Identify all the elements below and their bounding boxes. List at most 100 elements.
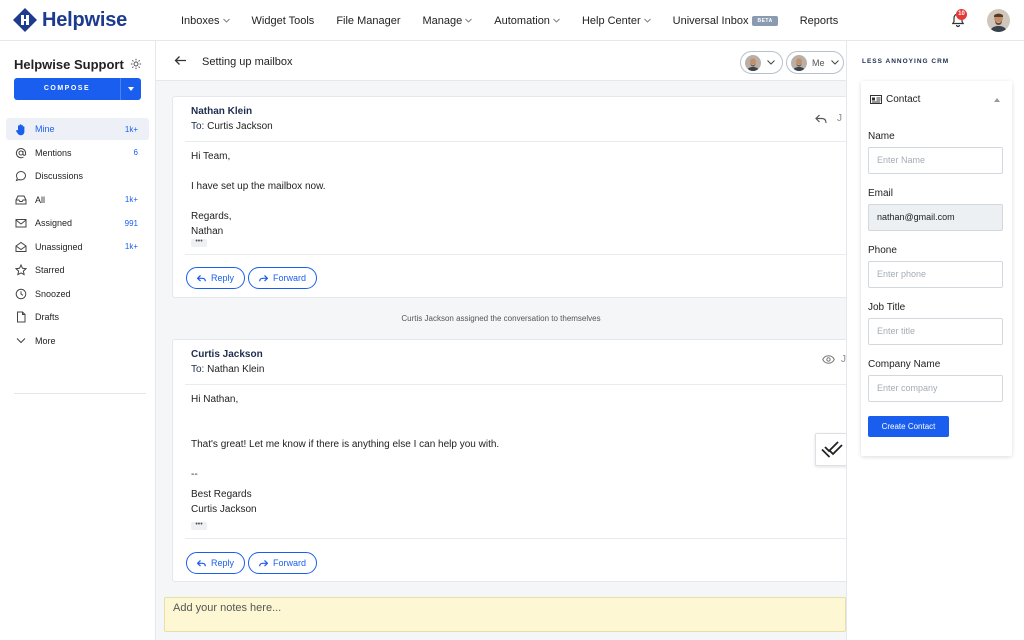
sidebar-item-label: Discussions [35,171,84,181]
message-body-line: I have set up the mailbox now. [191,181,326,192]
nav-label: Automation [494,14,550,27]
nav-widget-tools[interactable]: Widget Tools [252,15,315,27]
sidebar-item-label: Mine [35,124,55,134]
forward-label: Forward [272,558,306,568]
nav-reports[interactable]: Reports [800,15,839,27]
nav-label: Manage [422,14,463,27]
eye-icon[interactable] [822,355,835,364]
nav-label: File Manager [336,14,401,27]
reply-icon [196,274,206,281]
forward-button[interactable]: Forward [248,552,317,574]
reply-button[interactable]: Reply [186,552,245,574]
sidebar-item-discussions[interactable]: Discussions [6,165,149,187]
sidebar-item-label: Unassigned [35,241,83,252]
forward-icon [259,274,268,281]
reply-arrow-icon[interactable] [815,114,827,124]
sidebar-item-drafts[interactable]: Drafts [6,306,149,328]
sidebar-item-label: All [35,194,46,205]
nav-file-manager[interactable]: File Manager [336,15,400,27]
hand-icon [14,123,27,136]
show-quoted-ellipsis[interactable]: ••• [191,521,207,530]
message-body-line: Best Regards [191,489,252,500]
message-sender: Nathan Klein [191,106,253,117]
sidebar-item-label: Mentions [35,147,72,158]
helpwise-logo[interactable]: Helpwise [12,7,127,33]
sidebar-divider [14,393,146,394]
top-navbar: Helpwise Inboxes Widget Tools File Manag… [0,0,1024,41]
sidebar-item-count: 991 [124,218,138,228]
message-body-line: Hi Team, [191,151,231,162]
sidebar-item-unassigned[interactable]: Unassigned 1k+ [6,236,149,258]
email-field[interactable]: nathan@gmail.com [868,204,1003,231]
compose-dropdown-toggle[interactable] [120,78,141,100]
collapse-caret-icon[interactable] [994,98,1000,102]
message-body-line: Hi Nathan, [191,394,239,405]
mark-done-button[interactable] [815,433,848,466]
notes-input[interactable]: Add your notes here... [164,597,846,632]
sidebar-item-all[interactable]: All 1k+ [6,189,149,211]
compose-button[interactable]: COMPOSE [14,78,141,100]
forward-icon [259,559,268,566]
company-name-label: Company Name [868,359,941,370]
assignee-avatar-dropdown[interactable] [740,51,783,74]
divider [185,141,849,142]
to-label: To: [191,121,205,132]
sidebar-item-more[interactable]: More [6,330,149,352]
clock-icon [14,287,27,300]
name-field[interactable]: Enter Name [868,147,1003,174]
contact-card-icon [870,95,886,104]
company-name-field[interactable]: Enter company [868,375,1003,402]
nav-automation[interactable]: Automation [494,15,560,27]
show-quoted-ellipsis[interactable]: ••• [191,238,207,247]
assign-to-me-dropdown[interactable]: Me [786,51,844,74]
sidebar-item-count: 1k+ [124,195,138,204]
message-recipient: To: Curtis Jackson [191,121,273,132]
nav-label: Inboxes [181,14,220,27]
user-avatar[interactable] [987,9,1010,32]
at-icon [14,146,27,159]
envelope-icon [14,217,27,230]
sidebar-item-label: More [35,335,56,346]
sidebar-item-starred[interactable]: Starred [6,259,149,281]
message-recipient: To: Nathan Klein [191,364,264,375]
nav-universal-inbox[interactable]: Universal Inbox BETA [673,15,778,27]
job-title-field[interactable]: Enter title [868,318,1003,345]
message-date: J [837,113,842,124]
phone-field[interactable]: Enter phone [868,261,1003,288]
email-label: Email [868,188,894,199]
chevron-down-icon [767,60,775,65]
notification-count-badge: 10 [956,9,967,20]
chevron-down-icon [14,334,27,347]
nav-help-center[interactable]: Help Center [582,15,651,27]
nav-label: Reports [799,14,839,27]
reply-button[interactable]: Reply [186,267,245,289]
message-card: Nathan Klein To: Curtis Jackson J Hi Tea… [172,96,849,298]
sidebar-item-assigned[interactable]: Assigned 991 [6,212,149,234]
back-arrow-icon[interactable] [174,55,187,66]
chevron-down-icon [465,18,473,23]
nav-manage[interactable]: Manage [423,15,473,27]
contact-card-title: Contact [886,94,921,105]
sidebar: Helpwise Support COMPOSE Mine 1k+ Mentio… [0,41,156,640]
chat-bubble-icon [14,170,27,183]
conversation-subject: Setting up mailbox [202,56,293,68]
beta-badge: BETA [752,15,778,26]
forward-button[interactable]: Forward [248,267,317,289]
reply-icon [196,559,206,566]
create-contact-button[interactable]: Create Contact [868,416,949,437]
assignee-label: Me [812,57,825,68]
sidebar-item-snoozed[interactable]: Snoozed [6,283,149,305]
star-icon [14,264,27,277]
sidebar-item-mentions[interactable]: Mentions 6 [6,142,149,164]
job-title-label: Job Title [868,302,906,313]
conversation-pane: Setting up mailbox Me Nathan Klein To: C… [156,41,849,640]
divider [185,254,849,255]
divider [185,384,849,385]
message-body-line: Nathan [191,226,224,237]
contact-card-header[interactable]: Contact [870,94,920,105]
contact-card: Contact Name Enter Name Email nathan@gma… [861,81,1012,456]
chevron-down-icon [553,18,560,23]
nav-inboxes[interactable]: Inboxes [181,15,230,27]
sidebar-item-mine[interactable]: Mine 1k+ [6,118,149,140]
gear-icon[interactable] [130,58,142,70]
